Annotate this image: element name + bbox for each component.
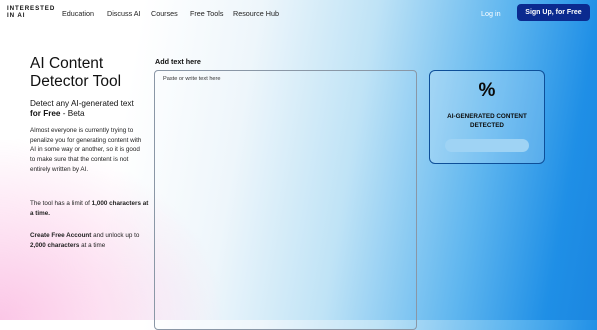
nav-link-education[interactable]: Education	[62, 9, 94, 18]
limit-prefix: The tool has a limit of	[30, 200, 92, 207]
subtitle-free: for Free	[30, 108, 61, 118]
ai-detected-label: AI-GENERATED CONTENT DETECTED	[447, 113, 527, 129]
page-title: AI Content Detector Tool	[30, 55, 122, 90]
subtitle-beta: - Beta	[60, 108, 85, 118]
nav-link-resource-hub[interactable]: Resource Hub	[233, 9, 279, 18]
create-account-link[interactable]: Create Free Account	[30, 232, 91, 239]
site-logo[interactable]: INTERESTED IN AI	[7, 5, 57, 19]
nav-link-courses[interactable]: Courses	[151, 9, 178, 18]
description-text: Almost everyone is currently trying to p…	[30, 127, 142, 173]
signup-button[interactable]: Sign Up, for Free	[517, 4, 590, 21]
account-mid: and unlock up to	[91, 232, 140, 239]
account-text: Create Free Account and unlock up to 2,0…	[30, 231, 150, 250]
nav-link-free-tools[interactable]: Free Tools	[190, 9, 223, 18]
result-progress-bar	[445, 139, 529, 152]
subtitle-line-1: Detect any AI-generated text	[30, 99, 134, 108]
text-input-area[interactable]: Paste or write text here	[154, 70, 417, 330]
login-link[interactable]: Log in	[481, 9, 501, 18]
account-limit: 2,000 characters	[30, 241, 80, 249]
text-input-placeholder: Paste or write text here	[163, 76, 221, 82]
result-card: % AI-GENERATED CONTENT DETECTED	[429, 70, 545, 164]
logo-line-2: IN AI	[7, 12, 26, 19]
add-text-label: Add text here	[155, 57, 201, 66]
limit-text: The tool has a limit of 1,000 characters…	[30, 199, 150, 218]
subtitle-line-2: for Free - Beta	[30, 109, 160, 119]
ai-percent-value: %	[478, 80, 496, 101]
logo-line-1: INTERESTED	[7, 5, 56, 12]
account-suffix: at a time	[79, 241, 106, 249]
nav-link-discuss-ai[interactable]: Discuss AI	[107, 9, 141, 18]
top-navbar: INTERESTED IN AI Education Discuss AI Co…	[0, 0, 597, 26]
page-subtitle: Detect any AI-generated text for Free - …	[30, 99, 160, 118]
